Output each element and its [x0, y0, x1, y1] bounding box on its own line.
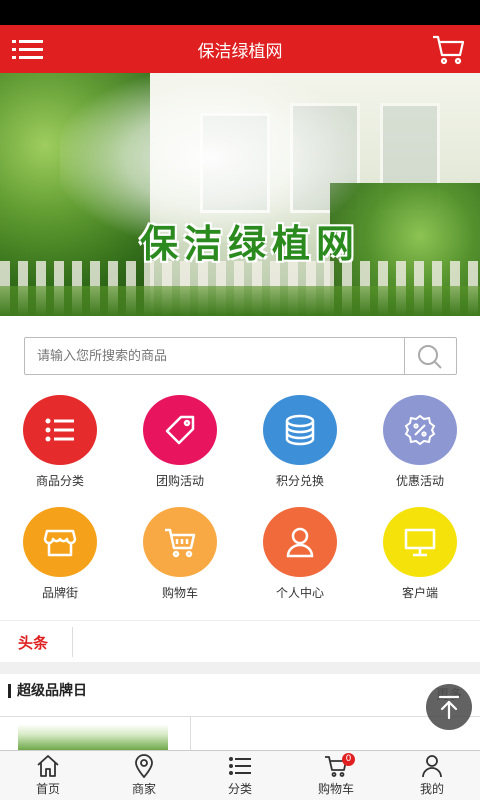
grid-item-promotions[interactable]: 优惠活动	[360, 395, 480, 500]
user-icon	[422, 755, 442, 778]
list-icon	[229, 757, 251, 775]
back-to-top-button[interactable]	[426, 684, 472, 730]
user-icon	[263, 507, 337, 577]
tab-label: 首页	[35, 782, 60, 796]
home-icon	[37, 755, 59, 777]
tab-mine[interactable]: 我的	[384, 751, 480, 800]
tab-label: 商家	[131, 782, 156, 796]
divider	[190, 717, 191, 750]
brand-day-section: 超级品牌日 更多	[0, 674, 480, 750]
cart-icon[interactable]	[428, 31, 468, 67]
grid-item-group-buy[interactable]: 团购活动	[120, 395, 240, 500]
grid-item-label: 客户端	[401, 586, 438, 600]
grid-item-label: 个人中心	[275, 586, 324, 600]
cart-badge: 0	[342, 753, 355, 766]
grid-item-categories[interactable]: 商品分类	[0, 395, 120, 500]
tab-label: 购物车	[317, 782, 354, 796]
monitor-icon	[383, 507, 457, 577]
search-icon	[418, 345, 442, 369]
search-input[interactable]	[25, 338, 405, 374]
grid-item-brand-street[interactable]: 品牌街	[0, 507, 120, 612]
grid-item-label: 购物车	[161, 586, 198, 600]
grid-item-label: 品牌街	[41, 586, 78, 600]
grid-item-client[interactable]: 客户端	[360, 507, 480, 612]
divider	[72, 627, 73, 657]
tab-cart[interactable]: 0 购物车	[288, 751, 384, 800]
product-image[interactable]	[18, 724, 168, 750]
header: 保洁绿植网	[0, 25, 480, 73]
tag-icon	[143, 395, 217, 465]
location-icon	[135, 754, 153, 778]
tab-label: 分类	[227, 782, 252, 796]
news-tag: 头条	[18, 634, 49, 652]
tab-home[interactable]: 首页	[0, 751, 96, 800]
grid-item-label: 商品分类	[35, 474, 84, 488]
discount-icon	[383, 395, 457, 465]
shop-icon	[23, 507, 97, 577]
grid-item-label: 团购活动	[155, 474, 204, 488]
arrow-up-icon	[438, 695, 460, 720]
grid-item-cart[interactable]: 购物车	[120, 507, 240, 612]
section-title: 超级品牌日	[8, 684, 87, 698]
grid-item-label: 优惠活动	[395, 474, 444, 488]
tab-label: 我的	[419, 782, 444, 796]
list-icon	[23, 395, 97, 465]
tab-merchants[interactable]: 商家	[96, 751, 192, 800]
banner-grass	[0, 286, 480, 316]
page-title: 保洁绿植网	[197, 42, 283, 62]
news-ticker[interactable]: 头条	[0, 620, 480, 662]
grid-item-user-center[interactable]: 个人中心	[240, 507, 360, 612]
bottom-tab-bar: 首页 商家 分类 0 购物车 我的	[0, 750, 480, 800]
grid-item-label: 积分兑换	[275, 474, 324, 488]
cart-icon	[143, 507, 217, 577]
search-button[interactable]	[404, 338, 456, 374]
tab-categories[interactable]: 分类	[192, 751, 288, 800]
status-bar	[0, 0, 480, 25]
coins-icon	[263, 395, 337, 465]
divider	[0, 716, 480, 717]
banner[interactable]: 保洁绿植网	[0, 73, 480, 316]
banner-title: 保洁绿植网	[140, 222, 361, 266]
search-bar	[24, 337, 457, 375]
grid-item-points[interactable]: 积分兑换	[240, 395, 360, 500]
section-gap	[0, 662, 480, 674]
